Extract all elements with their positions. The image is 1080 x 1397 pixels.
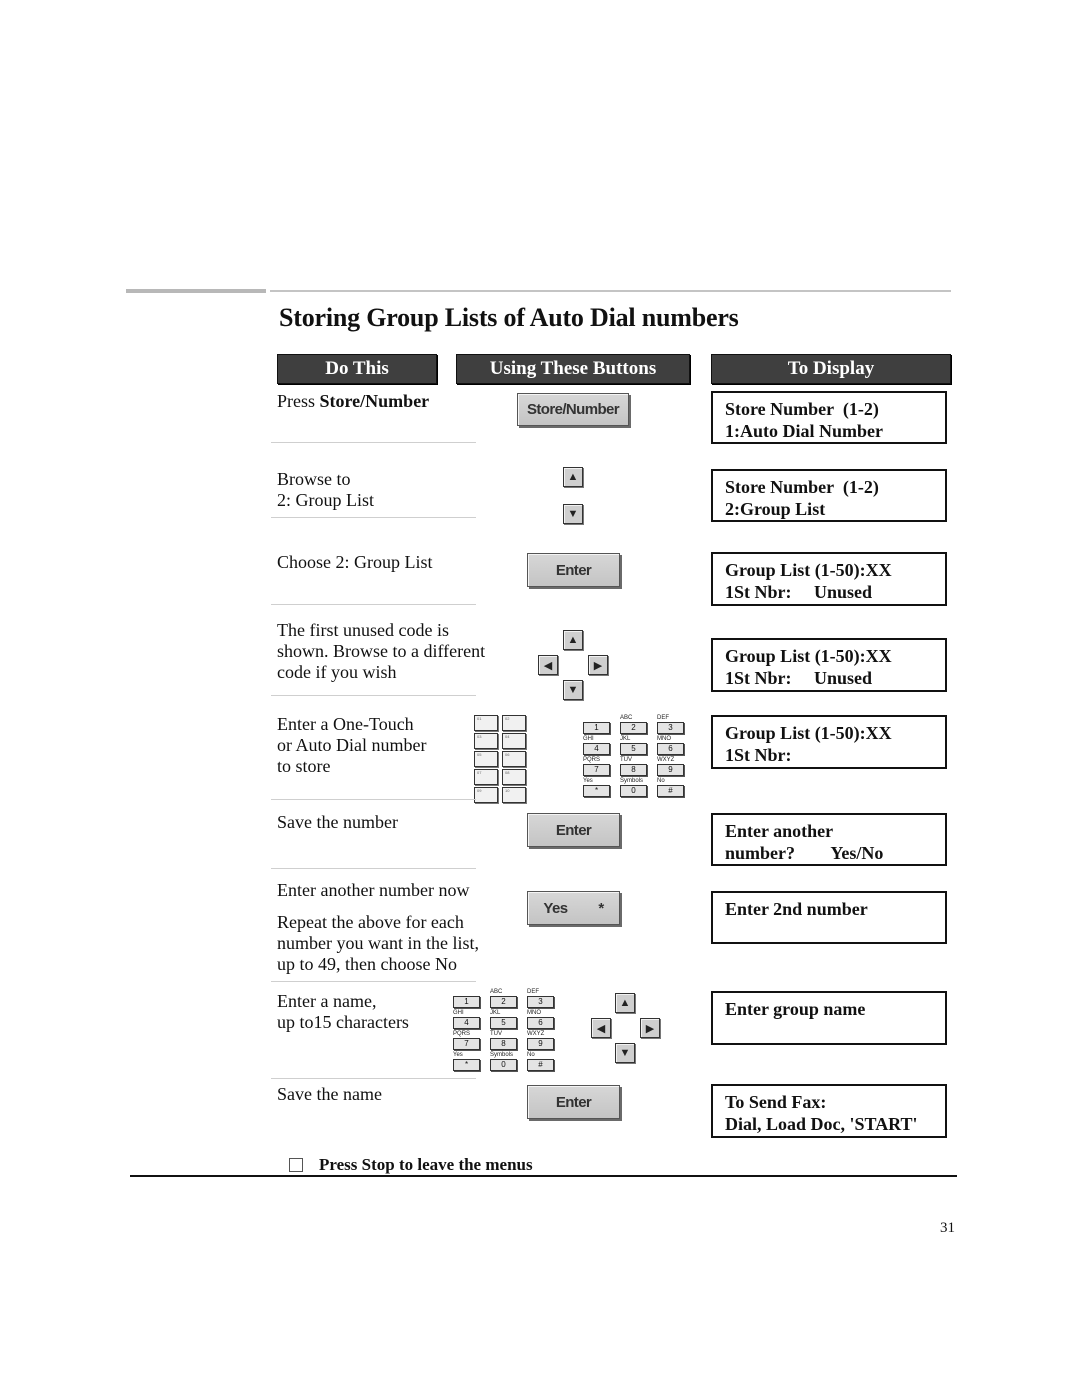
step-4-instruction: The first unused code is shown. Browse t… xyxy=(277,620,486,682)
keypad-key[interactable]: 5 xyxy=(490,1017,517,1029)
down-arrow-button[interactable]: ▼ xyxy=(563,504,583,524)
numeric-keypad: 1 ABC 2 DEF 3 GHI 4 JKL 5 MNO 6 PQRS 7 TUV 8 WX… xyxy=(583,714,684,797)
page-number: 31 xyxy=(940,1220,955,1236)
step-divider xyxy=(271,442,476,443)
keypad-key[interactable]: 7 xyxy=(583,764,610,776)
keypad-key[interactable]: # xyxy=(657,785,684,797)
keypad-key[interactable]: 9 xyxy=(657,764,684,776)
step-9-instruction: Save the name xyxy=(277,1084,382,1104)
keypad-key[interactable]: 1 xyxy=(583,722,610,734)
keypad-key[interactable]: 8 xyxy=(490,1038,517,1050)
keypad-key[interactable]: 3 xyxy=(657,722,684,734)
keypad-key[interactable]: 7 xyxy=(453,1038,480,1050)
step-2-instruction: Browse to 2: Group List xyxy=(277,469,374,510)
step-3-instruction: Choose 2: Group List xyxy=(277,552,433,572)
one-touch-key[interactable]: 10 xyxy=(502,787,526,803)
keypad-key[interactable]: 8 xyxy=(620,764,647,776)
keypad-key[interactable]: 6 xyxy=(527,1017,554,1029)
display-step-9: To Send Fax: Dial, Load Doc, 'START' xyxy=(711,1084,947,1138)
keypad-key[interactable]: 4 xyxy=(453,1017,480,1029)
keypad-key[interactable]: * xyxy=(453,1059,480,1071)
one-touch-keys: 01 02 03 04 05 06 07 08 09 10 xyxy=(474,715,526,803)
keypad-key[interactable]: 0 xyxy=(620,785,647,797)
header-to-display: To Display xyxy=(711,354,951,384)
step-1-instruction: Press Store/Number xyxy=(277,391,430,411)
up-arrow-button[interactable]: ▲ xyxy=(615,993,635,1013)
stop-note: Press Stop to leave the menus xyxy=(289,1155,533,1175)
right-arrow-button[interactable]: ▶ xyxy=(588,655,608,675)
keypad-key[interactable]: 5 xyxy=(620,743,647,755)
up-arrow-button[interactable]: ▲ xyxy=(563,630,583,650)
one-touch-key[interactable]: 04 xyxy=(502,733,526,749)
step-7-instruction: Enter another number now xyxy=(277,880,470,900)
keypad-key[interactable]: # xyxy=(527,1059,554,1071)
display-step-5: Group List (1-50):XX 1St Nbr: xyxy=(711,715,947,769)
keypad-key[interactable]: 3 xyxy=(527,996,554,1008)
display-step-6: Enter another number? Yes/No xyxy=(711,813,947,866)
step-5-instruction: Enter a One-Touch or Auto Dial number to… xyxy=(277,714,427,776)
step-divider xyxy=(271,1078,476,1079)
display-step-1: Store Number (1-2) 1:Auto Dial Number xyxy=(711,391,947,444)
yes-button[interactable]: Yes * xyxy=(527,891,620,925)
enter-button[interactable]: Enter xyxy=(527,553,620,587)
right-arrow-button[interactable]: ▶ xyxy=(640,1018,660,1038)
numeric-keypad: 1 ABC 2 DEF 3 GHI 4 JKL 5 MNO 6 PQRS 7 TUV 8 WX… xyxy=(453,988,554,1071)
keypad-key[interactable]: 1 xyxy=(453,996,480,1008)
keypad-key[interactable]: 6 xyxy=(657,743,684,755)
header-rule-left xyxy=(126,289,266,293)
enter-button[interactable]: Enter xyxy=(527,1085,620,1119)
step-divider xyxy=(271,695,476,696)
footer-rule xyxy=(130,1175,957,1177)
step-divider xyxy=(271,981,476,982)
display-step-3: Group List (1-50):XX 1St Nbr: Unused xyxy=(711,552,947,606)
keypad-key[interactable]: 9 xyxy=(527,1038,554,1050)
left-arrow-button[interactable]: ◀ xyxy=(591,1018,611,1038)
one-touch-key[interactable]: 03 xyxy=(474,733,498,749)
step-divider xyxy=(271,799,476,800)
store-number-button[interactable]: Store/Number xyxy=(517,393,629,426)
down-arrow-button[interactable]: ▼ xyxy=(563,680,583,700)
keypad-key[interactable]: 2 xyxy=(490,996,517,1008)
header-do-this: Do This xyxy=(277,354,437,384)
checkbox-icon xyxy=(289,1158,303,1172)
one-touch-key[interactable]: 02 xyxy=(502,715,526,731)
keypad-key[interactable]: 4 xyxy=(583,743,610,755)
left-arrow-button[interactable]: ◀ xyxy=(538,655,558,675)
enter-button[interactable]: Enter xyxy=(527,813,620,847)
step-7-note: Repeat the above for each number you wan… xyxy=(277,912,479,974)
step-6-instruction: Save the number xyxy=(277,812,398,832)
keypad-key[interactable]: 2 xyxy=(620,722,647,734)
page-title: Storing Group Lists of Auto Dial numbers xyxy=(279,303,739,332)
step-divider xyxy=(271,868,476,869)
up-arrow-button[interactable]: ▲ xyxy=(563,467,583,487)
display-step-7: Enter 2nd number xyxy=(711,891,947,944)
step-divider xyxy=(271,604,476,605)
keypad-key[interactable]: * xyxy=(583,785,610,797)
header-rule-right xyxy=(270,290,951,292)
one-touch-key[interactable]: 08 xyxy=(502,769,526,785)
header-using-buttons: Using These Buttons xyxy=(456,354,690,384)
step-8-instruction: Enter a name, up to15 characters xyxy=(277,991,409,1032)
display-step-2: Store Number (1-2) 2:Group List xyxy=(711,469,947,522)
display-step-4: Group List (1-50):XX 1St Nbr: Unused xyxy=(711,638,947,692)
keypad-key[interactable]: 0 xyxy=(490,1059,517,1071)
display-step-8: Enter group name xyxy=(711,991,947,1045)
one-touch-key[interactable]: 05 xyxy=(474,751,498,767)
down-arrow-button[interactable]: ▼ xyxy=(615,1043,635,1063)
one-touch-key[interactable]: 07 xyxy=(474,769,498,785)
one-touch-key[interactable]: 01 xyxy=(474,715,498,731)
one-touch-key[interactable]: 09 xyxy=(474,787,498,803)
one-touch-key[interactable]: 06 xyxy=(502,751,526,767)
step-divider xyxy=(271,517,476,518)
asterisk-icon: * xyxy=(598,899,604,917)
